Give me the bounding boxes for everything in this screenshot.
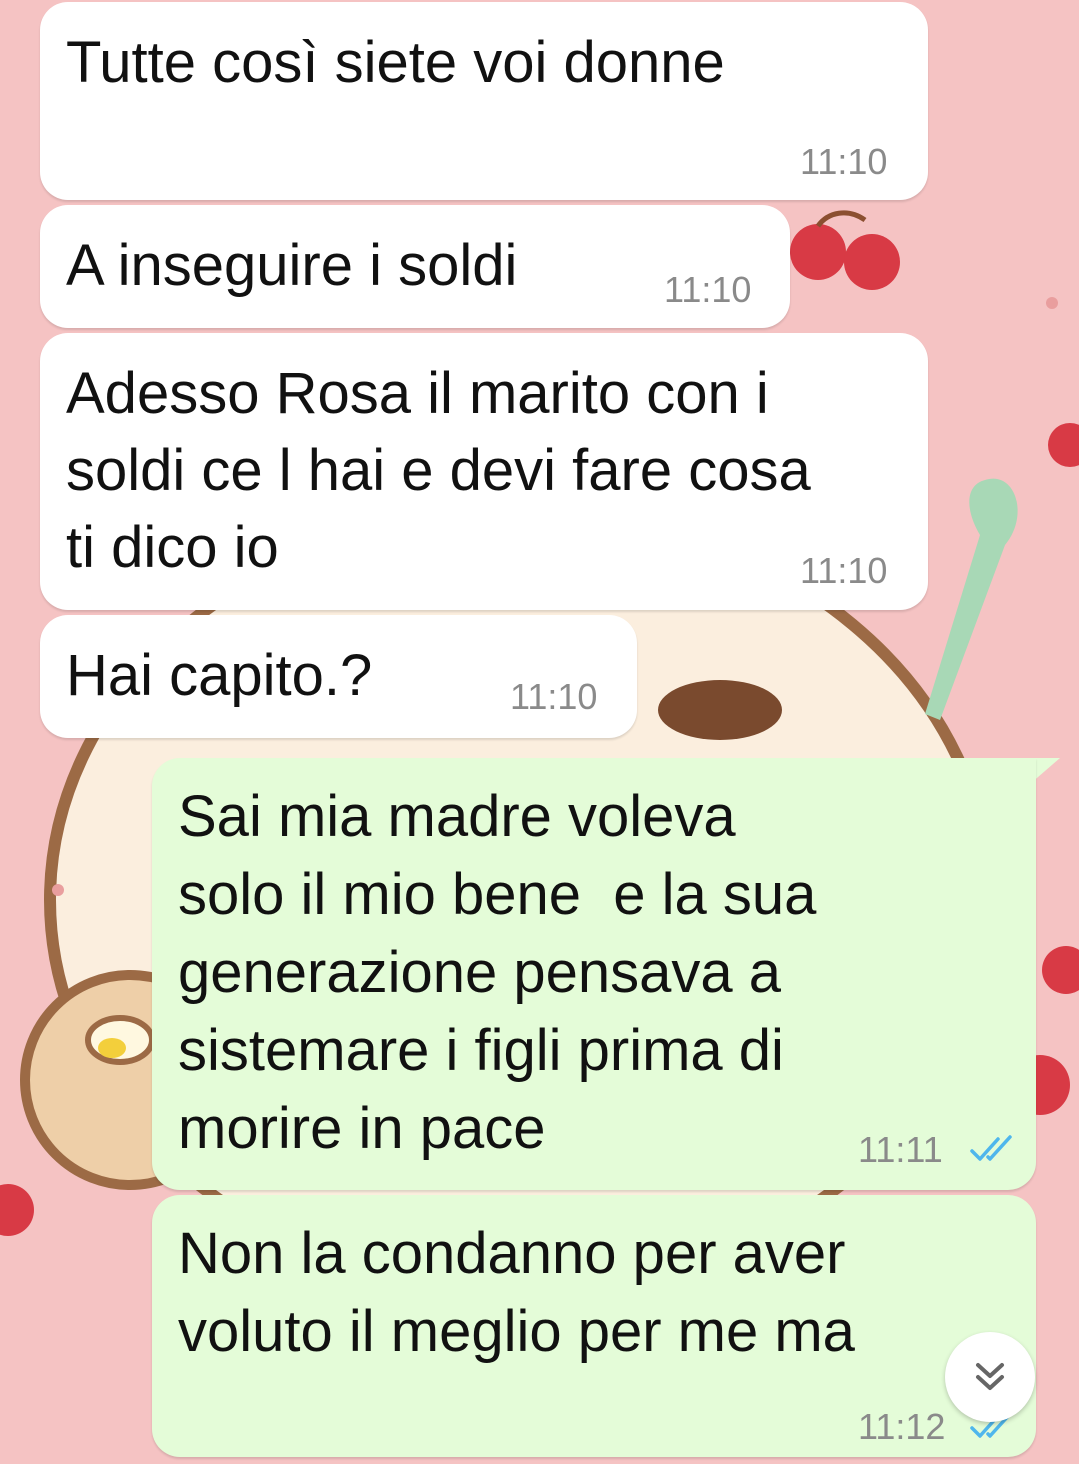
message-time: 11:11 [858, 1129, 943, 1170]
message-text: Tutte così siete voi donne [66, 30, 725, 95]
message-text: ti dico io [66, 515, 279, 580]
incoming-message[interactable]: Hai capito.? 11:10 [40, 615, 637, 738]
message-text: morire in pace [178, 1096, 546, 1161]
message-text: generazione pensava a [178, 940, 782, 1005]
incoming-message[interactable]: A inseguire i soldi 11:10 [40, 205, 790, 328]
double-check-icon [970, 1135, 1012, 1161]
outgoing-message[interactable]: Sai mia madre voleva solo il mio bene e … [152, 758, 1036, 1190]
incoming-message[interactable]: Tutte così siete voi donne 11:10 [40, 2, 928, 200]
double-chevron-down-icon [976, 1363, 1004, 1390]
message-text: voluto il meglio per me ma [178, 1299, 855, 1364]
outgoing-message[interactable]: Non la condanno per aver voluto il megli… [152, 1195, 1036, 1457]
message-time: 11:10 [800, 550, 888, 591]
message-text: soldi ce l hai e devi fare cosa [66, 438, 811, 503]
incoming-message[interactable]: Adesso Rosa il marito con i soldi ce l h… [40, 333, 928, 610]
message-time: 11:12 [858, 1406, 946, 1447]
message-text: Non la condanno per aver [178, 1221, 846, 1286]
message-text: Sai mia madre voleva [178, 784, 736, 849]
message-text: Hai capito.? [66, 643, 373, 708]
message-text: solo il mio bene e la sua [178, 862, 817, 927]
message-text: A inseguire i soldi [66, 233, 518, 298]
message-time: 11:10 [664, 269, 752, 310]
scroll-to-bottom-button[interactable] [945, 1332, 1035, 1422]
message-time: 11:10 [510, 676, 598, 717]
message-text: sistemare i figli prima di [178, 1018, 784, 1083]
message-time: 11:10 [800, 141, 888, 182]
message-text: Adesso Rosa il marito con i [66, 361, 769, 426]
